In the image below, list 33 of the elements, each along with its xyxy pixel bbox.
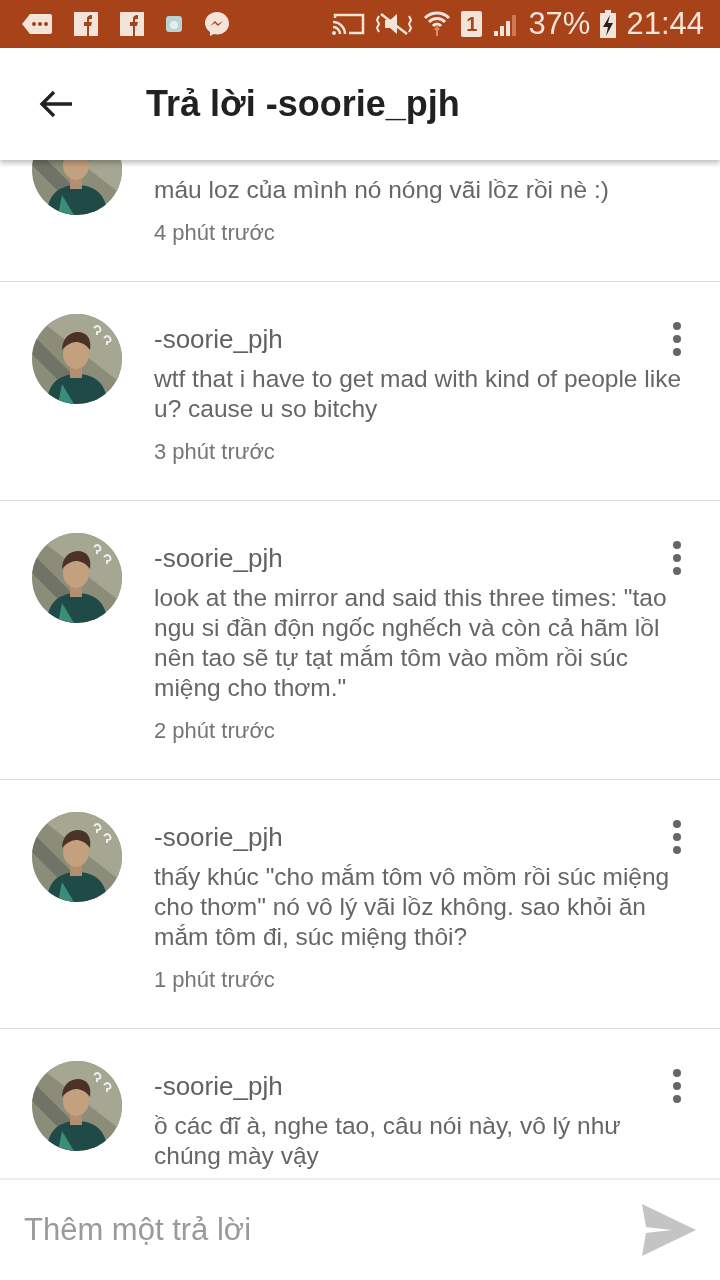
wifi-icon (423, 10, 452, 38)
reply-input-field[interactable]: Thêm một trả lời (24, 1212, 622, 1248)
social-app-icon (74, 12, 98, 36)
screen-title: Trả lời -soorie_pjh (146, 83, 460, 125)
comment-text: wtf that i have to get mad with kind of people like u? cause u so bitchy (154, 364, 682, 424)
comment-text: máu loz của mình nó nóng vãi lồz rồi nè :) (154, 175, 610, 205)
cast-icon (331, 12, 366, 36)
battery-percent: 37% (528, 6, 591, 42)
messenger-icon (204, 11, 230, 37)
clock: 21:44 (626, 6, 704, 42)
sim-indicator: 1 (461, 11, 483, 37)
battery-charging-icon (600, 10, 617, 38)
mute-icon (375, 12, 414, 36)
comment-text: look at the mirror and said this three times: "tao ngu si đần độn ngốc nghếch và còn cả hãm lồl nên tao sẽ tự tạt mắm tôm vào mồm rồi súc miệng cho thơm." (154, 583, 668, 703)
username: -soorie_pjh (154, 323, 283, 355)
signal-icon (492, 12, 519, 36)
username: -soorie_pjh (154, 821, 283, 853)
timestamp: 4 phút trước (154, 219, 276, 247)
username: -soorie_pjh (154, 542, 283, 574)
back-arrow-icon[interactable] (38, 89, 74, 119)
social-app-icon (120, 12, 144, 36)
more-options-icon[interactable] (672, 1069, 682, 1103)
timestamp: 1 phút trước (154, 966, 276, 994)
comment-text: thấy khúc "cho mắm tôm vô mồm rồi súc miệng cho thơm" nó vô lý vãi lồz không. sao khỏi ăn mắm tôm đi, súc miệng thôi? (154, 862, 671, 952)
timestamp: 2 phút trước (154, 717, 276, 745)
timestamp: 3 phút trước (154, 438, 276, 466)
more-options-icon[interactable] (672, 541, 682, 575)
comment-text: ồ các đĩ à, nghe tao, câu nói này, vô lý như chúng mày vậy (154, 1111, 622, 1171)
more-options-icon[interactable] (672, 820, 682, 854)
app-icon (166, 16, 182, 32)
more-options-icon[interactable] (672, 322, 682, 356)
tag-icon (22, 13, 52, 35)
username: -soorie_pjh (154, 1070, 283, 1102)
